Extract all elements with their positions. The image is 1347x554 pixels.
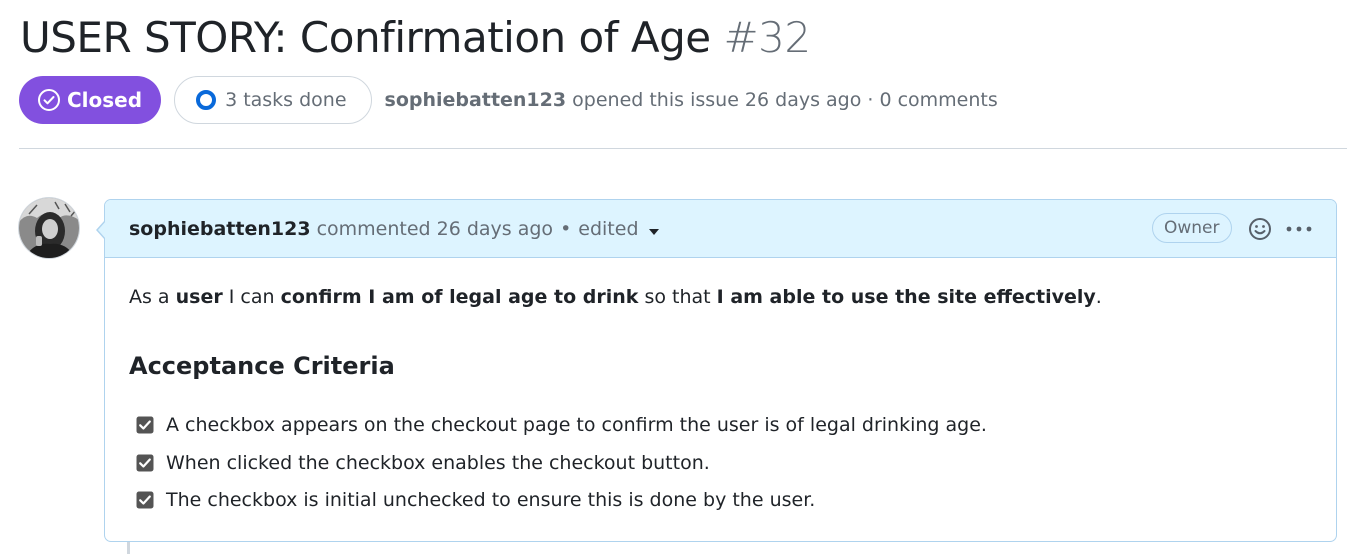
- task-list-item: The checkbox is initial unchecked to ens…: [136, 486, 815, 514]
- state-badge: Closed: [19, 76, 162, 124]
- header-divider: [19, 148, 1347, 149]
- add-reaction-button[interactable]: [1246, 215, 1274, 243]
- progress-ring-icon: [196, 90, 217, 110]
- comment-meta: sophiebatten123 commented 26 days ago • …: [129, 200, 659, 257]
- body-bold-2: confirm I am of legal age to drink: [280, 286, 639, 308]
- body-text-1: As a: [129, 286, 176, 308]
- kebab-horizontal-icon: [1286, 226, 1312, 232]
- smiley-icon: [1249, 218, 1271, 240]
- tasks-done-label: 3 tasks done: [225, 89, 347, 111]
- issue-title: USER STORY: Confirmation of Age #32: [20, 10, 811, 66]
- opened-text: opened this issue 26 days ago · 0 commen…: [572, 89, 998, 111]
- avatar-photo: [19, 198, 79, 258]
- triangle-down-icon[interactable]: [648, 228, 659, 235]
- avatar[interactable]: [19, 198, 79, 258]
- issue-author-link[interactable]: sophiebatten123: [385, 89, 567, 111]
- tasks-done-button[interactable]: 3 tasks done: [174, 76, 372, 124]
- comment-author-link[interactable]: sophiebatten123: [129, 218, 311, 240]
- checkbox-checked[interactable]: [136, 416, 154, 434]
- check-circle-icon: [38, 89, 60, 111]
- body-text-4: .: [1095, 286, 1102, 308]
- owner-badge: Owner: [1152, 213, 1232, 243]
- edited-dropdown[interactable]: edited: [578, 218, 638, 240]
- opened-meta: sophiebatten123 opened this issue 26 day…: [385, 89, 998, 111]
- acceptance-criteria-heading: Acceptance Criteria: [129, 352, 395, 380]
- comment-separator: •: [560, 217, 572, 240]
- task-text: When clicked the checkbox enables the ch…: [166, 452, 710, 474]
- task-text: The checkbox is initial unchecked to ens…: [166, 489, 816, 511]
- body-text-2: I can: [222, 286, 281, 308]
- task-list-item: When clicked the checkbox enables the ch…: [136, 449, 710, 477]
- timeline-line: [127, 542, 130, 554]
- body-bold-1: user: [175, 286, 223, 308]
- issue-number: #32: [723, 13, 811, 62]
- comment-options-button[interactable]: [1283, 215, 1315, 243]
- state-label: Closed: [67, 88, 143, 112]
- task-text: A checkbox appears on the checkout page …: [166, 414, 987, 436]
- comment-action[interactable]: commented 26 days ago: [317, 218, 554, 240]
- body-text-3: so that: [638, 286, 717, 308]
- comment-box: sophiebatten123 commented 26 days ago • …: [96, 199, 1337, 542]
- comment-body-paragraph: As a user I can confirm I am of legal ag…: [129, 283, 1102, 311]
- issue-meta: Closed 3 tasks done sophiebatten123 open…: [19, 76, 998, 124]
- task-list-item: A checkbox appears on the checkout page …: [136, 411, 987, 439]
- body-bold-3: I am able to use the site effectively: [716, 286, 1096, 308]
- comment-header: sophiebatten123 commented 26 days ago • …: [105, 200, 1336, 258]
- checkbox-checked[interactable]: [136, 491, 154, 509]
- checkbox-checked[interactable]: [136, 454, 154, 472]
- issue-title-text: USER STORY: Confirmation of Age: [20, 13, 711, 62]
